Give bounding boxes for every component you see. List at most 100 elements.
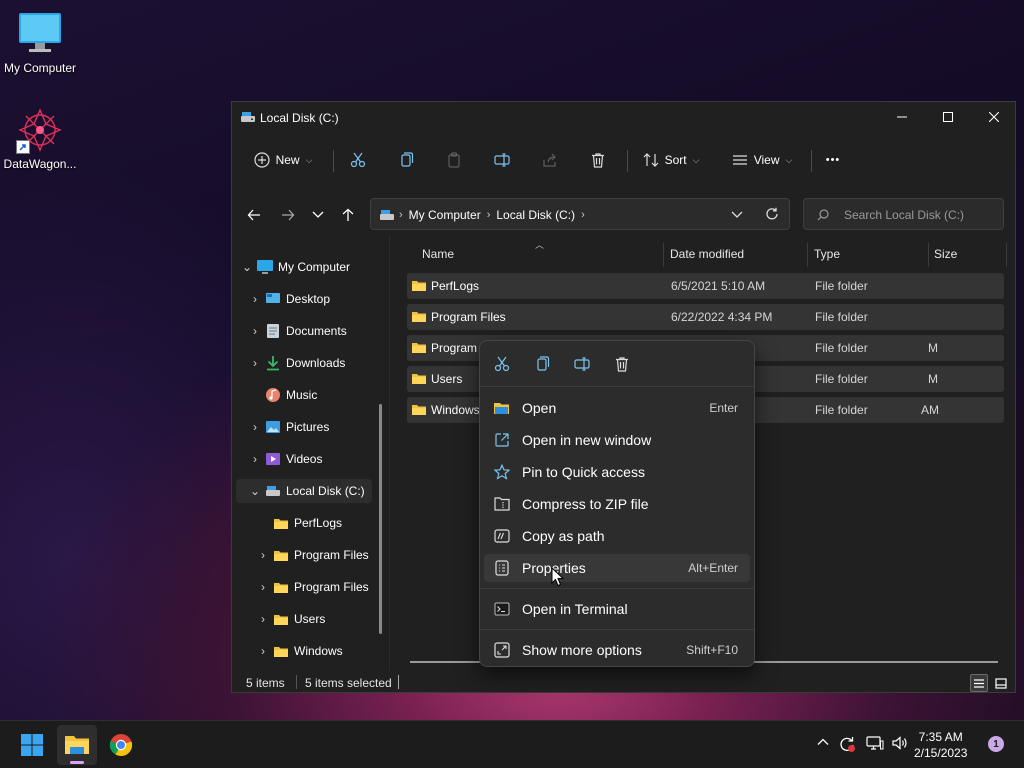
show-hidden-icons-button[interactable] — [816, 735, 830, 749]
tree-item-users[interactable]: › Users — [256, 607, 380, 631]
file-row[interactable]: PerfLogs 6/5/2021 5:10 AM File folder — [407, 273, 1004, 299]
column-divider[interactable] — [1006, 243, 1007, 267]
column-divider[interactable] — [928, 243, 929, 267]
new-button[interactable]: New ⌵ — [248, 144, 318, 176]
menu-item-shortcut: Shift+F10 — [686, 643, 738, 657]
menu-item-open-new-window[interactable]: Open in new window — [484, 426, 750, 454]
rename-button[interactable] — [488, 144, 516, 176]
column-divider[interactable] — [663, 243, 664, 267]
trash-icon — [590, 152, 606, 168]
column-header-name[interactable]: Name — [422, 243, 662, 265]
back-button[interactable] — [240, 201, 268, 229]
details-view-button[interactable] — [970, 674, 988, 692]
column-header-type[interactable]: Type — [814, 243, 924, 265]
paste-button[interactable] — [440, 144, 468, 176]
close-button[interactable] — [971, 102, 1015, 132]
copy-button[interactable] — [392, 144, 420, 176]
chevron-down-icon: ⌵ — [692, 154, 700, 165]
column-header-size[interactable]: Size — [934, 243, 994, 265]
minimize-button[interactable] — [879, 102, 925, 132]
chevron-right-icon[interactable]: › — [256, 548, 270, 562]
tree-item-program-files-x86[interactable]: › Program Files — [256, 575, 380, 599]
chevron-right-icon[interactable]: › — [248, 356, 262, 370]
chevron-right-icon[interactable]: › — [248, 420, 262, 434]
pane-splitter[interactable] — [389, 235, 390, 671]
notification-badge[interactable]: 1 — [988, 736, 1004, 752]
chevron-right-icon[interactable]: › — [248, 292, 262, 306]
tree-item-my-computer[interactable]: ⌄ My Computer — [240, 255, 380, 279]
context-rename-button[interactable] — [569, 351, 595, 377]
menu-item-open[interactable]: Open Enter — [484, 394, 750, 422]
clock[interactable]: 7:35 AM 2/15/2023 — [914, 729, 967, 761]
menu-item-compress-zip[interactable]: Compress to ZIP file — [484, 490, 750, 518]
menu-item-open-terminal[interactable]: Open in Terminal — [484, 595, 750, 623]
chevron-right-icon[interactable]: › — [256, 580, 270, 594]
address-dropdown-button[interactable] — [731, 207, 743, 221]
file-date: M — [928, 372, 938, 386]
large-icons-view-button[interactable] — [992, 674, 1010, 692]
file-name: Windows — [431, 403, 480, 417]
chevron-right-icon[interactable]: › — [256, 644, 270, 658]
start-button[interactable] — [12, 725, 52, 765]
desktop-icon-my-computer[interactable]: My Computer — [0, 10, 80, 75]
breadcrumb-local-disk[interactable]: Local Disk (C:) — [496, 208, 575, 222]
breadcrumb-my-computer[interactable]: My Computer — [409, 208, 481, 222]
drive-icon — [379, 208, 395, 222]
menu-item-pin-quick-access[interactable]: Pin to Quick access — [484, 458, 750, 486]
volume-icon[interactable] — [891, 735, 909, 751]
share-button[interactable] — [536, 144, 564, 176]
maximize-button[interactable] — [925, 102, 971, 132]
see-more-button[interactable]: ••• — [818, 144, 848, 176]
chevron-down-icon[interactable]: ⌄ — [240, 260, 254, 274]
cut-button[interactable] — [344, 144, 372, 176]
chevron-right-icon[interactable]: › — [248, 324, 262, 338]
file-date: M — [928, 341, 938, 355]
view-list-icon — [732, 152, 748, 168]
tree-item-program-files[interactable]: › Program Files — [256, 543, 380, 567]
tree-item-windows[interactable]: › Windows — [256, 639, 380, 663]
column-divider[interactable] — [807, 243, 808, 267]
chevron-down-icon[interactable]: ⌄ — [248, 484, 262, 498]
taskbar-chrome[interactable] — [101, 725, 141, 765]
view-button[interactable]: View ⌵ — [726, 144, 798, 176]
tree-item-documents[interactable]: › Documents — [248, 319, 380, 343]
copy-icon — [398, 152, 414, 168]
status-divider — [398, 675, 399, 689]
search-input[interactable]: Search Local Disk (C:) — [803, 198, 1004, 230]
file-row[interactable]: Program Files 6/22/2022 4:34 PM File fol… — [407, 304, 1004, 330]
chevron-right-icon[interactable]: › — [256, 612, 270, 626]
network-icon[interactable] — [866, 735, 884, 751]
tree-item-local-disk[interactable]: ⌄ Local Disk (C:) — [236, 479, 372, 503]
delete-button[interactable] — [584, 144, 612, 176]
tree-item-label: Local Disk (C:) — [286, 484, 365, 498]
context-cut-button[interactable] — [489, 351, 515, 377]
zip-icon — [492, 494, 512, 514]
tree-item-downloads[interactable]: › Downloads — [248, 351, 380, 375]
taskbar-file-explorer[interactable] — [57, 725, 97, 765]
chevron-down-icon: ⌵ — [305, 154, 313, 165]
sort-button[interactable]: Sort ⌵ — [636, 144, 706, 176]
context-delete-button[interactable] — [609, 351, 635, 377]
tree-item-music[interactable]: Music — [248, 383, 380, 407]
desktop-icon-datawagon[interactable]: DataWagon... — [0, 106, 80, 171]
address-bar[interactable]: › My Computer › Local Disk (C:) › — [370, 198, 790, 230]
title-bar[interactable]: Local Disk (C:) — [232, 102, 1015, 134]
context-copy-button[interactable] — [529, 351, 555, 377]
sync-status-icon[interactable] — [838, 735, 856, 753]
clock-date: 2/15/2023 — [914, 746, 968, 760]
forward-button[interactable] — [274, 201, 302, 229]
nav-pane-scrollbar[interactable] — [379, 404, 382, 634]
recent-locations-button[interactable] — [304, 201, 332, 229]
tree-item-perflogs[interactable]: PerfLogs — [256, 511, 380, 535]
up-button[interactable] — [334, 201, 362, 229]
column-header-date[interactable]: Date modified — [670, 243, 805, 265]
menu-item-show-more-options[interactable]: Show more options Shift+F10 — [484, 636, 750, 664]
refresh-button[interactable] — [765, 207, 779, 221]
tree-item-pictures[interactable]: › Pictures — [248, 415, 380, 439]
menu-item-copy-as-path[interactable]: Copy as path — [484, 522, 750, 550]
tree-item-videos[interactable]: › Videos — [248, 447, 380, 471]
tree-item-desktop[interactable]: › Desktop — [248, 287, 380, 311]
menu-item-shortcut: Alt+Enter — [688, 561, 738, 575]
menu-item-properties[interactable]: Properties Alt+Enter — [484, 554, 750, 582]
chevron-right-icon[interactable]: › — [248, 452, 262, 466]
